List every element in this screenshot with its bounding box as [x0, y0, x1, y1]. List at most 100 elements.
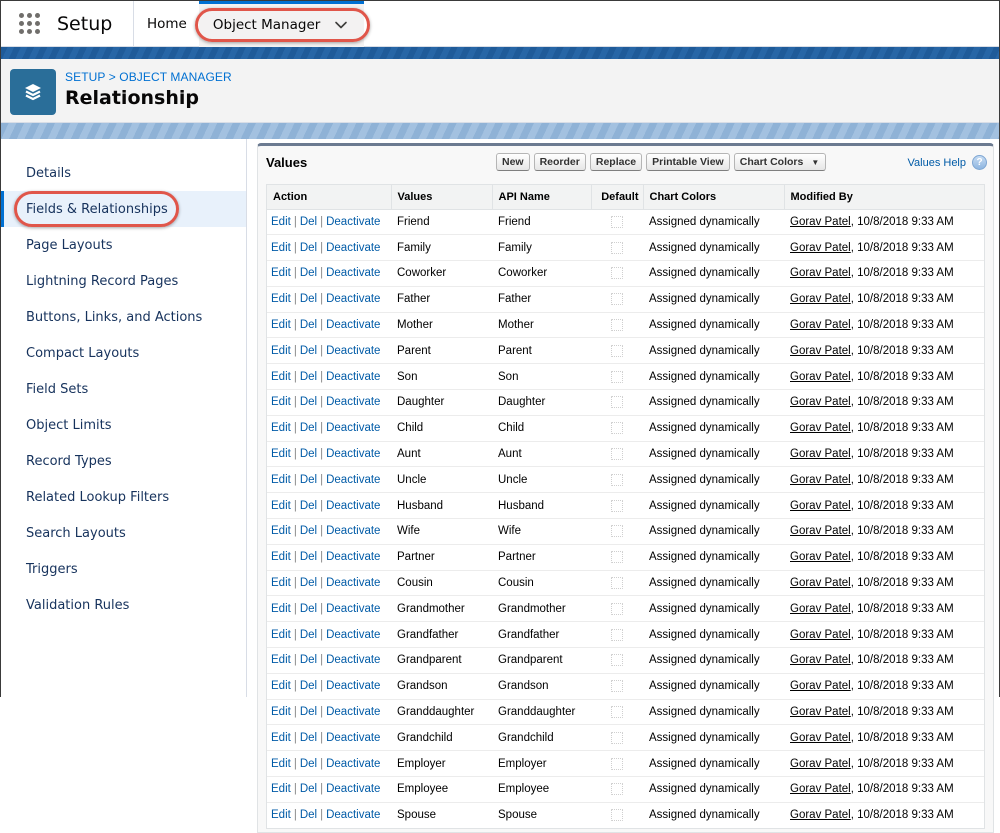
deactivate-link[interactable]: Deactivate [326, 500, 380, 512]
edit-link[interactable]: Edit [271, 474, 291, 486]
edit-link[interactable]: Edit [271, 603, 291, 615]
edit-link[interactable]: Edit [271, 525, 291, 537]
edit-link[interactable]: Edit [271, 706, 291, 718]
sidebar-item-triggers[interactable]: Triggers [1, 551, 246, 587]
modified-by-user-link[interactable]: Gorav Patel [790, 345, 851, 357]
sidebar-item-search-layouts[interactable]: Search Layouts [1, 515, 246, 551]
modified-by-user-link[interactable]: Gorav Patel [790, 216, 851, 228]
delete-link[interactable]: Del [300, 267, 317, 279]
delete-link[interactable]: Del [300, 680, 317, 692]
modified-by-user-link[interactable]: Gorav Patel [790, 783, 851, 795]
sidebar-item-record-types[interactable]: Record Types [1, 443, 246, 479]
edit-link[interactable]: Edit [271, 216, 291, 228]
breadcrumb[interactable]: SETUP > OBJECT MANAGER [65, 70, 232, 84]
sidebar-item-details[interactable]: Details [1, 155, 246, 191]
deactivate-link[interactable]: Deactivate [326, 474, 380, 486]
chevron-down-icon[interactable] [334, 18, 348, 32]
deactivate-link[interactable]: Deactivate [326, 242, 380, 254]
reorder-button[interactable]: Reorder [533, 153, 586, 171]
edit-link[interactable]: Edit [271, 629, 291, 641]
values-help-link[interactable]: Values Help [908, 157, 967, 169]
delete-link[interactable]: Del [300, 345, 317, 357]
help-icon[interactable]: ? [972, 155, 987, 170]
delete-link[interactable]: Del [300, 577, 317, 589]
edit-link[interactable]: Edit [271, 809, 291, 821]
deactivate-link[interactable]: Deactivate [326, 448, 380, 460]
app-launcher-grid-icon[interactable] [19, 12, 41, 35]
deactivate-link[interactable]: Deactivate [326, 319, 380, 331]
edit-link[interactable]: Edit [271, 758, 291, 770]
modified-by-user-link[interactable]: Gorav Patel [790, 242, 851, 254]
sidebar-item-lightning-record-pages[interactable]: Lightning Record Pages [1, 263, 246, 299]
deactivate-link[interactable]: Deactivate [326, 422, 380, 434]
delete-link[interactable]: Del [300, 293, 317, 305]
edit-link[interactable]: Edit [271, 551, 291, 563]
edit-link[interactable]: Edit [271, 319, 291, 331]
delete-link[interactable]: Del [300, 396, 317, 408]
modified-by-user-link[interactable]: Gorav Patel [790, 319, 851, 331]
deactivate-link[interactable]: Deactivate [326, 809, 380, 821]
modified-by-user-link[interactable]: Gorav Patel [790, 371, 851, 383]
printable-view-button[interactable]: Printable View [646, 153, 730, 171]
edit-link[interactable]: Edit [271, 422, 291, 434]
delete-link[interactable]: Del [300, 422, 317, 434]
delete-link[interactable]: Del [300, 319, 317, 331]
edit-link[interactable]: Edit [271, 371, 291, 383]
modified-by-user-link[interactable]: Gorav Patel [790, 422, 851, 434]
deactivate-link[interactable]: Deactivate [326, 732, 380, 744]
edit-link[interactable]: Edit [271, 783, 291, 795]
delete-link[interactable]: Del [300, 551, 317, 563]
sidebar-item-object-limits[interactable]: Object Limits [1, 407, 246, 443]
delete-link[interactable]: Del [300, 216, 317, 228]
deactivate-link[interactable]: Deactivate [326, 267, 380, 279]
modified-by-user-link[interactable]: Gorav Patel [790, 654, 851, 666]
edit-link[interactable]: Edit [271, 680, 291, 692]
deactivate-link[interactable]: Deactivate [326, 551, 380, 563]
edit-link[interactable]: Edit [271, 577, 291, 589]
new-button[interactable]: New [496, 153, 530, 171]
modified-by-user-link[interactable]: Gorav Patel [790, 396, 851, 408]
deactivate-link[interactable]: Deactivate [326, 680, 380, 692]
modified-by-user-link[interactable]: Gorav Patel [790, 293, 851, 305]
modified-by-user-link[interactable]: Gorav Patel [790, 629, 851, 641]
tab-home[interactable]: Home [147, 16, 187, 32]
deactivate-link[interactable]: Deactivate [326, 706, 380, 718]
modified-by-user-link[interactable]: Gorav Patel [790, 448, 851, 460]
delete-link[interactable]: Del [300, 654, 317, 666]
edit-link[interactable]: Edit [271, 242, 291, 254]
delete-link[interactable]: Del [300, 758, 317, 770]
deactivate-link[interactable]: Deactivate [326, 371, 380, 383]
deactivate-link[interactable]: Deactivate [326, 345, 380, 357]
edit-link[interactable]: Edit [271, 654, 291, 666]
edit-link[interactable]: Edit [271, 293, 291, 305]
edit-link[interactable]: Edit [271, 448, 291, 460]
tab-object-manager[interactable]: Object Manager [194, 0, 371, 47]
modified-by-user-link[interactable]: Gorav Patel [790, 577, 851, 589]
sidebar-item-field-sets[interactable]: Field Sets [1, 371, 246, 407]
delete-link[interactable]: Del [300, 525, 317, 537]
modified-by-user-link[interactable]: Gorav Patel [790, 758, 851, 770]
modified-by-user-link[interactable]: Gorav Patel [790, 267, 851, 279]
deactivate-link[interactable]: Deactivate [326, 758, 380, 770]
modified-by-user-link[interactable]: Gorav Patel [790, 500, 851, 512]
modified-by-user-link[interactable]: Gorav Patel [790, 809, 851, 821]
sidebar-item-validation-rules[interactable]: Validation Rules [1, 587, 246, 623]
modified-by-user-link[interactable]: Gorav Patel [790, 525, 851, 537]
delete-link[interactable]: Del [300, 809, 317, 821]
modified-by-user-link[interactable]: Gorav Patel [790, 706, 851, 718]
edit-link[interactable]: Edit [271, 267, 291, 279]
delete-link[interactable]: Del [300, 448, 317, 460]
deactivate-link[interactable]: Deactivate [326, 293, 380, 305]
deactivate-link[interactable]: Deactivate [326, 525, 380, 537]
deactivate-link[interactable]: Deactivate [326, 396, 380, 408]
modified-by-user-link[interactable]: Gorav Patel [790, 680, 851, 692]
replace-button[interactable]: Replace [589, 153, 643, 171]
delete-link[interactable]: Del [300, 242, 317, 254]
deactivate-link[interactable]: Deactivate [326, 216, 380, 228]
sidebar-item-page-layouts[interactable]: Page Layouts [1, 227, 246, 263]
delete-link[interactable]: Del [300, 732, 317, 744]
modified-by-user-link[interactable]: Gorav Patel [790, 474, 851, 486]
edit-link[interactable]: Edit [271, 500, 291, 512]
edit-link[interactable]: Edit [271, 732, 291, 744]
sidebar-item-compact-layouts[interactable]: Compact Layouts [1, 335, 246, 371]
